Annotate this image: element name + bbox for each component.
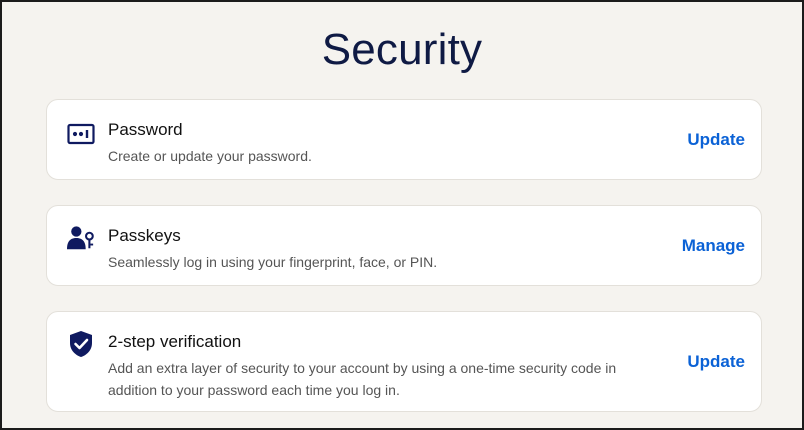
password-card: Password Create or update your password.… (46, 99, 762, 180)
shield-check-icon (67, 330, 95, 358)
two-step-title: 2-step verification (108, 332, 242, 351)
passkeys-card: Passkeys Seamlessly log in using your fi… (46, 205, 762, 286)
two-step-description: Add an extra layer of security to your a… (108, 360, 617, 398)
update-two-step-button[interactable]: Update (687, 352, 745, 372)
passkeys-description: Seamlessly log in using your fingerprint… (108, 254, 438, 270)
manage-passkeys-button[interactable]: Manage (682, 236, 745, 256)
password-description: Create or update your password. (108, 148, 312, 164)
passkeys-title: Passkeys (108, 226, 181, 245)
page-title: Security (321, 25, 483, 74)
password-title: Password (108, 120, 183, 139)
passkey-icon (67, 224, 95, 252)
update-password-button[interactable]: Update (687, 130, 745, 150)
password-icon (67, 120, 95, 148)
two-step-card: 2-step verification Add an extra layer o… (46, 311, 762, 412)
